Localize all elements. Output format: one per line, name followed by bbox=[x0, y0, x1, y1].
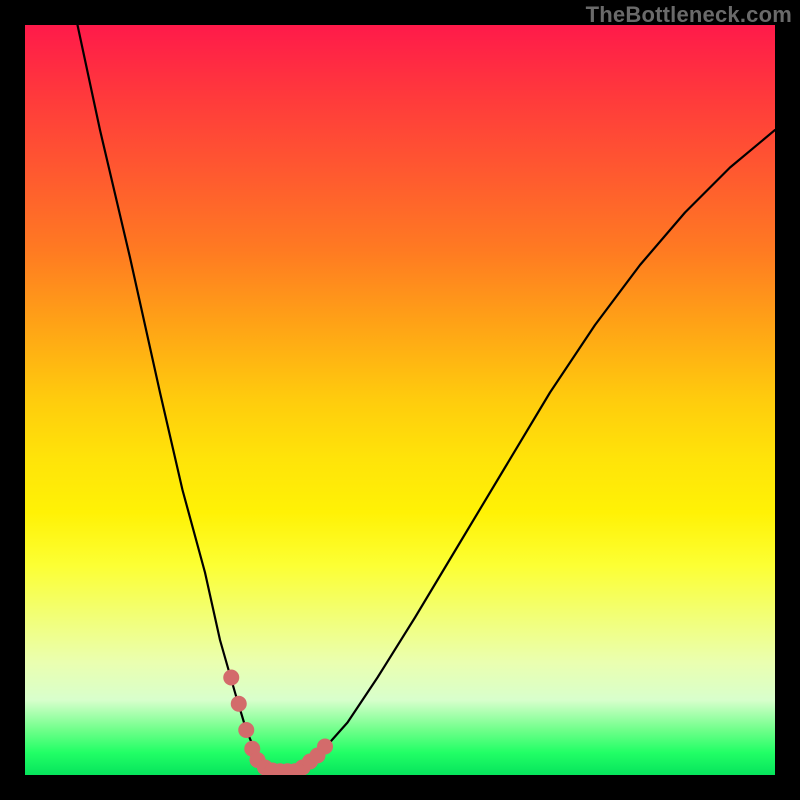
chart-frame: TheBottleneck.com bbox=[0, 0, 800, 800]
marked-region-dots bbox=[223, 670, 333, 776]
highlight-dot bbox=[223, 670, 239, 686]
curve-svg bbox=[25, 25, 775, 775]
bottleneck-curve bbox=[78, 25, 776, 771]
highlight-dot bbox=[231, 696, 247, 712]
plot-area bbox=[25, 25, 775, 775]
highlight-dot bbox=[238, 722, 254, 738]
highlight-dot bbox=[317, 739, 333, 755]
